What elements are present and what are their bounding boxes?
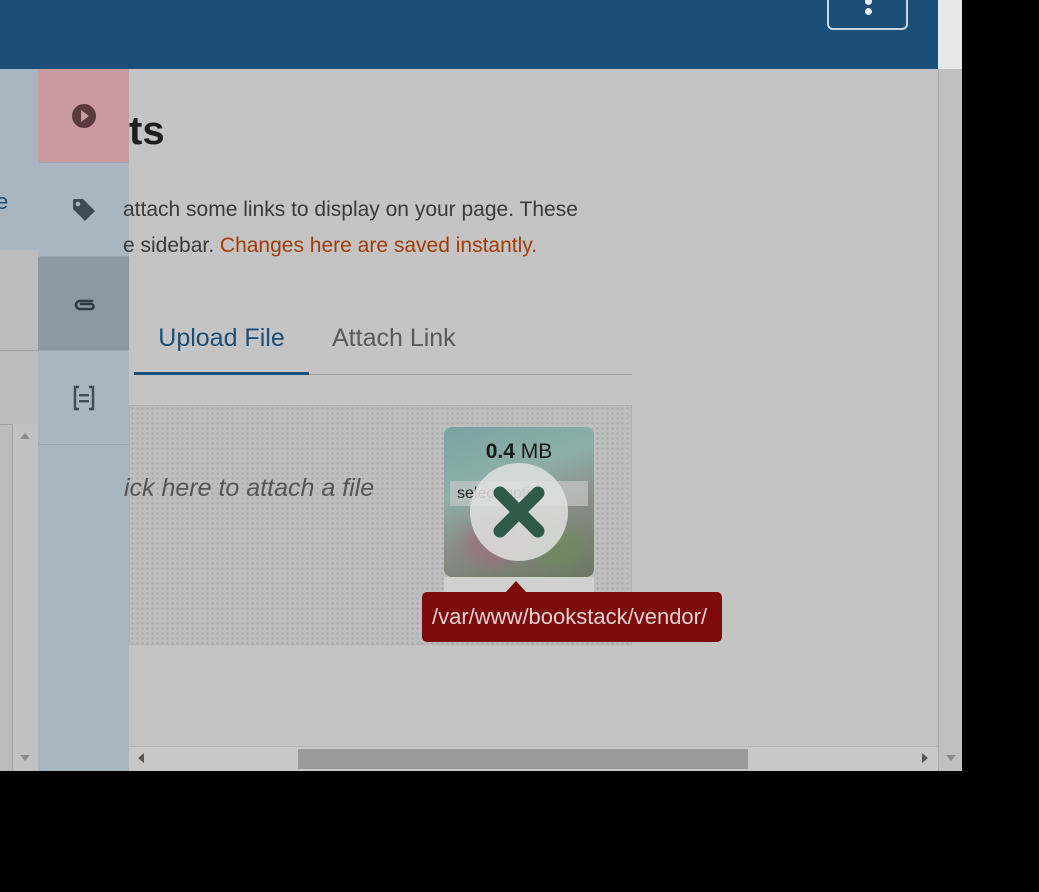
description-line2: e sidebar. [123,234,220,257]
panel-description: attach some links to display on your pag… [123,192,643,264]
tag-icon [72,198,95,221]
upload-error-tooltip: /var/www/bookstack/vendor/ [422,592,722,642]
file-preview: 0.4 MB select-opti... [444,427,594,577]
file-size-unit: MB [514,440,553,463]
scrollbar-thumb[interactable] [298,749,748,769]
window-edge [938,0,962,69]
more-vertical-icon [865,0,872,5]
attachment-tabs: Upload File Attach Link [134,314,632,375]
templates-tab-button[interactable] [38,351,129,445]
file-size: 0.4 MB [444,440,594,464]
screen: e ts attach some links to display on you… [0,0,962,771]
scroll-up-icon[interactable] [20,433,30,439]
sidebar-peek-text[interactable]: e [0,189,8,215]
paperclip-icon [74,299,95,310]
header-bar [0,0,938,69]
attachments-panel: ts attach some links to display on your … [123,69,938,746]
divider [0,350,38,351]
attachments-tab-button[interactable] [38,257,129,351]
list-document-icon [73,385,94,410]
close-circle-icon [493,486,545,538]
file-dropzone[interactable]: ick here to attach a file 0.4 MB select-… [124,405,722,645]
scroll-left-icon[interactable] [138,753,144,763]
sidebar-panel: e [0,69,38,250]
toolbox-toggle-button[interactable] [38,69,129,163]
upload-error-mark[interactable] [470,463,568,561]
tooltip-arrow [506,581,526,592]
file-size-value: 0.4 [485,440,515,463]
saved-instantly-warning: Changes here are saved instantly. [219,234,538,257]
tab-upload-file[interactable]: Upload File [134,314,309,375]
scroll-down-icon[interactable] [20,755,30,761]
tags-tab-button[interactable] [38,163,129,257]
tab-attach-link[interactable]: Attach Link [332,314,456,375]
scroll-right-icon[interactable] [922,753,928,763]
editor-toolbox [38,69,129,771]
vertical-scrollbar[interactable] [938,69,962,771]
editor-scrollbar[interactable] [12,424,38,771]
horizontal-scrollbar[interactable] [129,746,938,771]
more-menu-button[interactable] [827,0,908,30]
scroll-down-icon[interactable] [946,755,956,761]
play-circle-icon [71,103,96,128]
left-content-area: e [0,69,38,771]
more-vertical-icon [865,8,872,15]
panel-title: ts [129,109,165,153]
dropzone-hint: ick here to attach a file [124,474,375,502]
description-line1: attach some links to display on your pag… [123,198,578,221]
